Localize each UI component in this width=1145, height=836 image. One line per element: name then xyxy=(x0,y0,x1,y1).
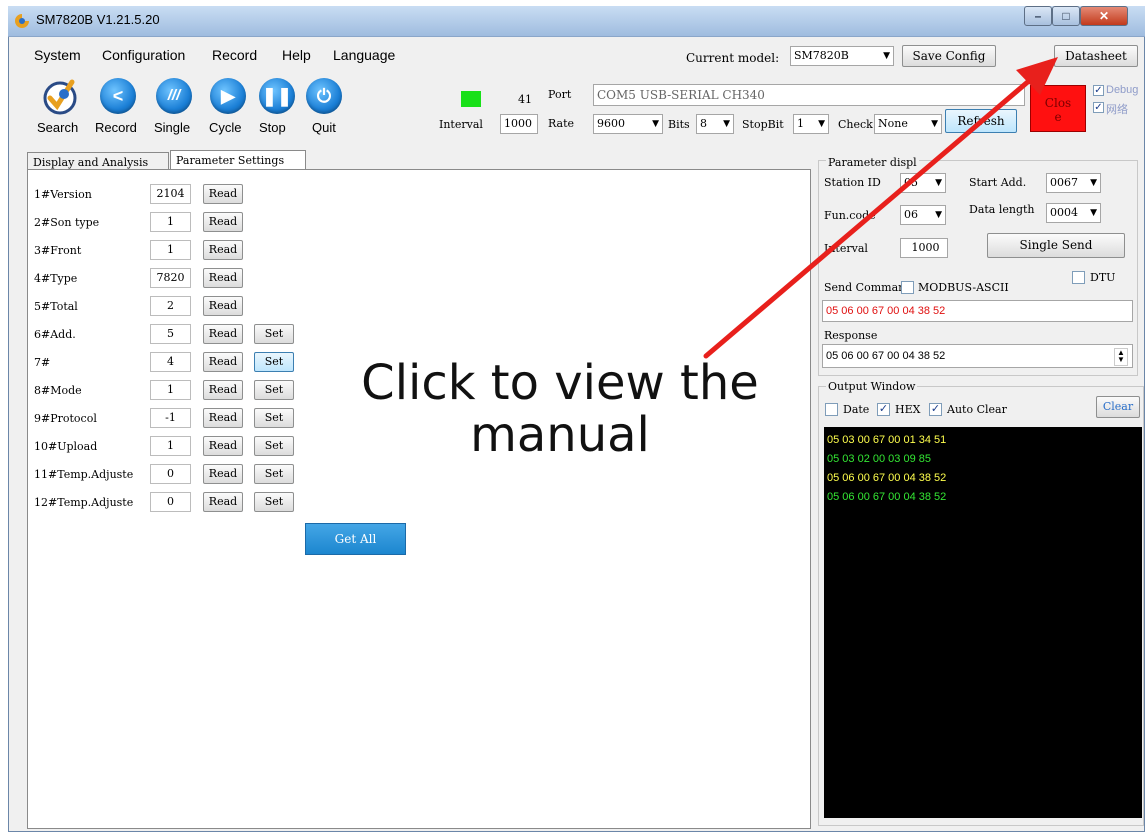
pointer-arrow-icon xyxy=(703,57,1058,359)
